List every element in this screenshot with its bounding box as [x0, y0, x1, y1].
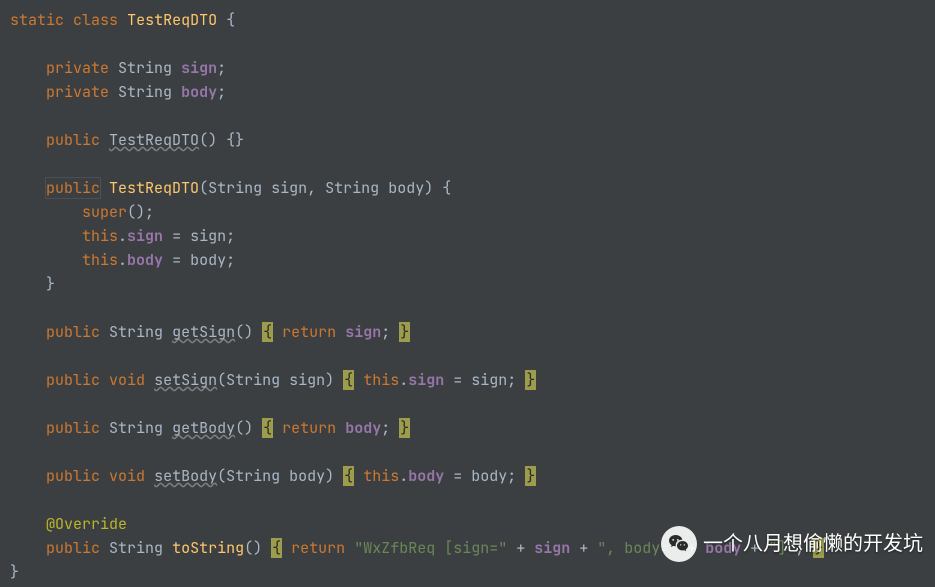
code-line: this.sign = sign; [10, 224, 935, 248]
code-line: this.body = body; [10, 248, 935, 272]
code-line: public TestReqDTO(String sign, String bo… [10, 176, 935, 200]
code-line [10, 344, 935, 368]
code-line: } [10, 560, 935, 584]
wechat-icon [661, 526, 697, 562]
code-line [10, 32, 935, 56]
code-line: } [10, 272, 935, 296]
code-line [10, 296, 935, 320]
code-line [10, 152, 935, 176]
code-line: private String sign; [10, 56, 935, 80]
code-line: public String getBody() { return body; } [10, 416, 935, 440]
code-line [10, 488, 935, 512]
code-line: public TestReqDTO() {} [10, 128, 935, 152]
code-line [10, 104, 935, 128]
code-line [10, 440, 935, 464]
code-line [10, 392, 935, 416]
watermark-text: 一个八月想偷懒的开发坑 [703, 532, 923, 556]
code-editor[interactable]: static class TestReqDTO { private String… [0, 8, 935, 584]
code-line: public void setBody(String body) { this.… [10, 464, 935, 488]
watermark-overlay: 一个八月想偷懒的开发坑 [661, 526, 923, 562]
code-line: static class TestReqDTO { [10, 8, 935, 32]
code-line: private String body; [10, 80, 935, 104]
code-line: public void setSign(String sign) { this.… [10, 368, 935, 392]
code-line: super(); [10, 200, 935, 224]
code-line: public String getSign() { return sign; } [10, 320, 935, 344]
